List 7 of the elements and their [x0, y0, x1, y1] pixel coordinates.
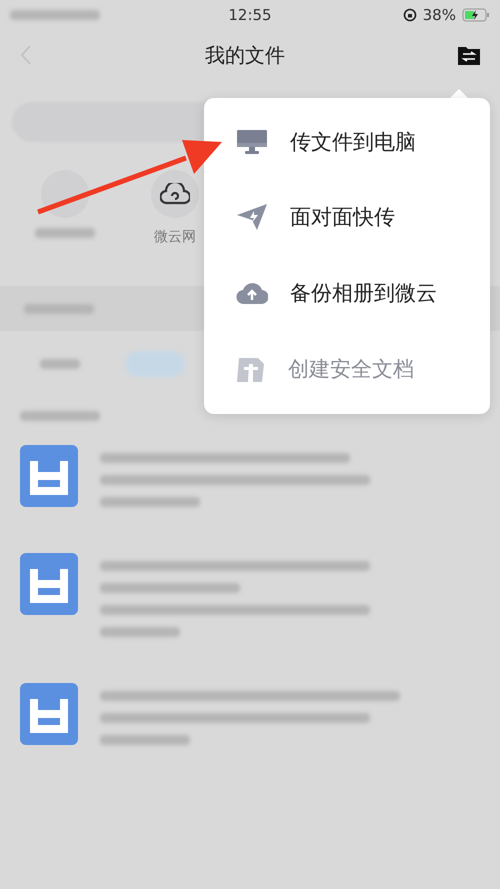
battery-percent: 38% [422, 6, 456, 24]
menu-item[interactable]: 传文件到电脑 [232, 128, 420, 156]
menu-item[interactable]: 备份相册到微云 [232, 278, 441, 307]
status-time: 12:55 [228, 6, 272, 24]
page-title: 我的文件 [205, 42, 285, 68]
shortcut-label: 微云网 [154, 228, 196, 246]
menu-item[interactable]: 面对面快传 [232, 203, 399, 232]
